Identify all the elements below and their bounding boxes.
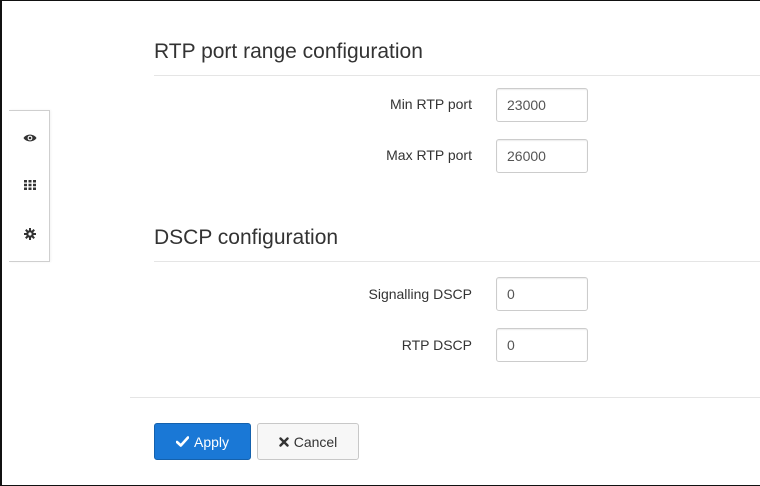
signalling-dscp-label: Signalling DSCP [368,286,473,302]
max-rtp-port-input[interactable] [496,139,588,173]
gear-icon[interactable] [23,227,37,241]
apply-button-label: Apply [193,433,230,450]
window-frame [0,0,760,486]
apply-button[interactable]: Apply [154,423,251,460]
eye-icon[interactable] [23,131,37,145]
cancel-button-label: Cancel [293,433,338,450]
rtp-dscp-label: RTP DSCP [401,337,472,353]
footer-divider [130,397,760,398]
checkmark-icon [175,434,190,450]
min-rtp-port-label: Min RTP port [390,96,472,112]
signalling-dscp-input[interactable] [496,277,588,311]
max-rtp-port-label: Max RTP port [386,147,472,163]
min-rtp-port-input[interactable] [496,88,588,122]
cancel-button[interactable]: Cancel [257,423,359,460]
divider [154,261,760,262]
dscp-section-title: DSCP configuration [154,226,339,249]
rtp-section-title: RTP port range configuration [154,40,423,63]
divider [154,75,760,76]
rtp-dscp-input[interactable] [496,328,588,362]
side-toolbar [9,110,50,262]
close-icon [279,434,289,450]
grid-icon[interactable] [23,178,37,192]
